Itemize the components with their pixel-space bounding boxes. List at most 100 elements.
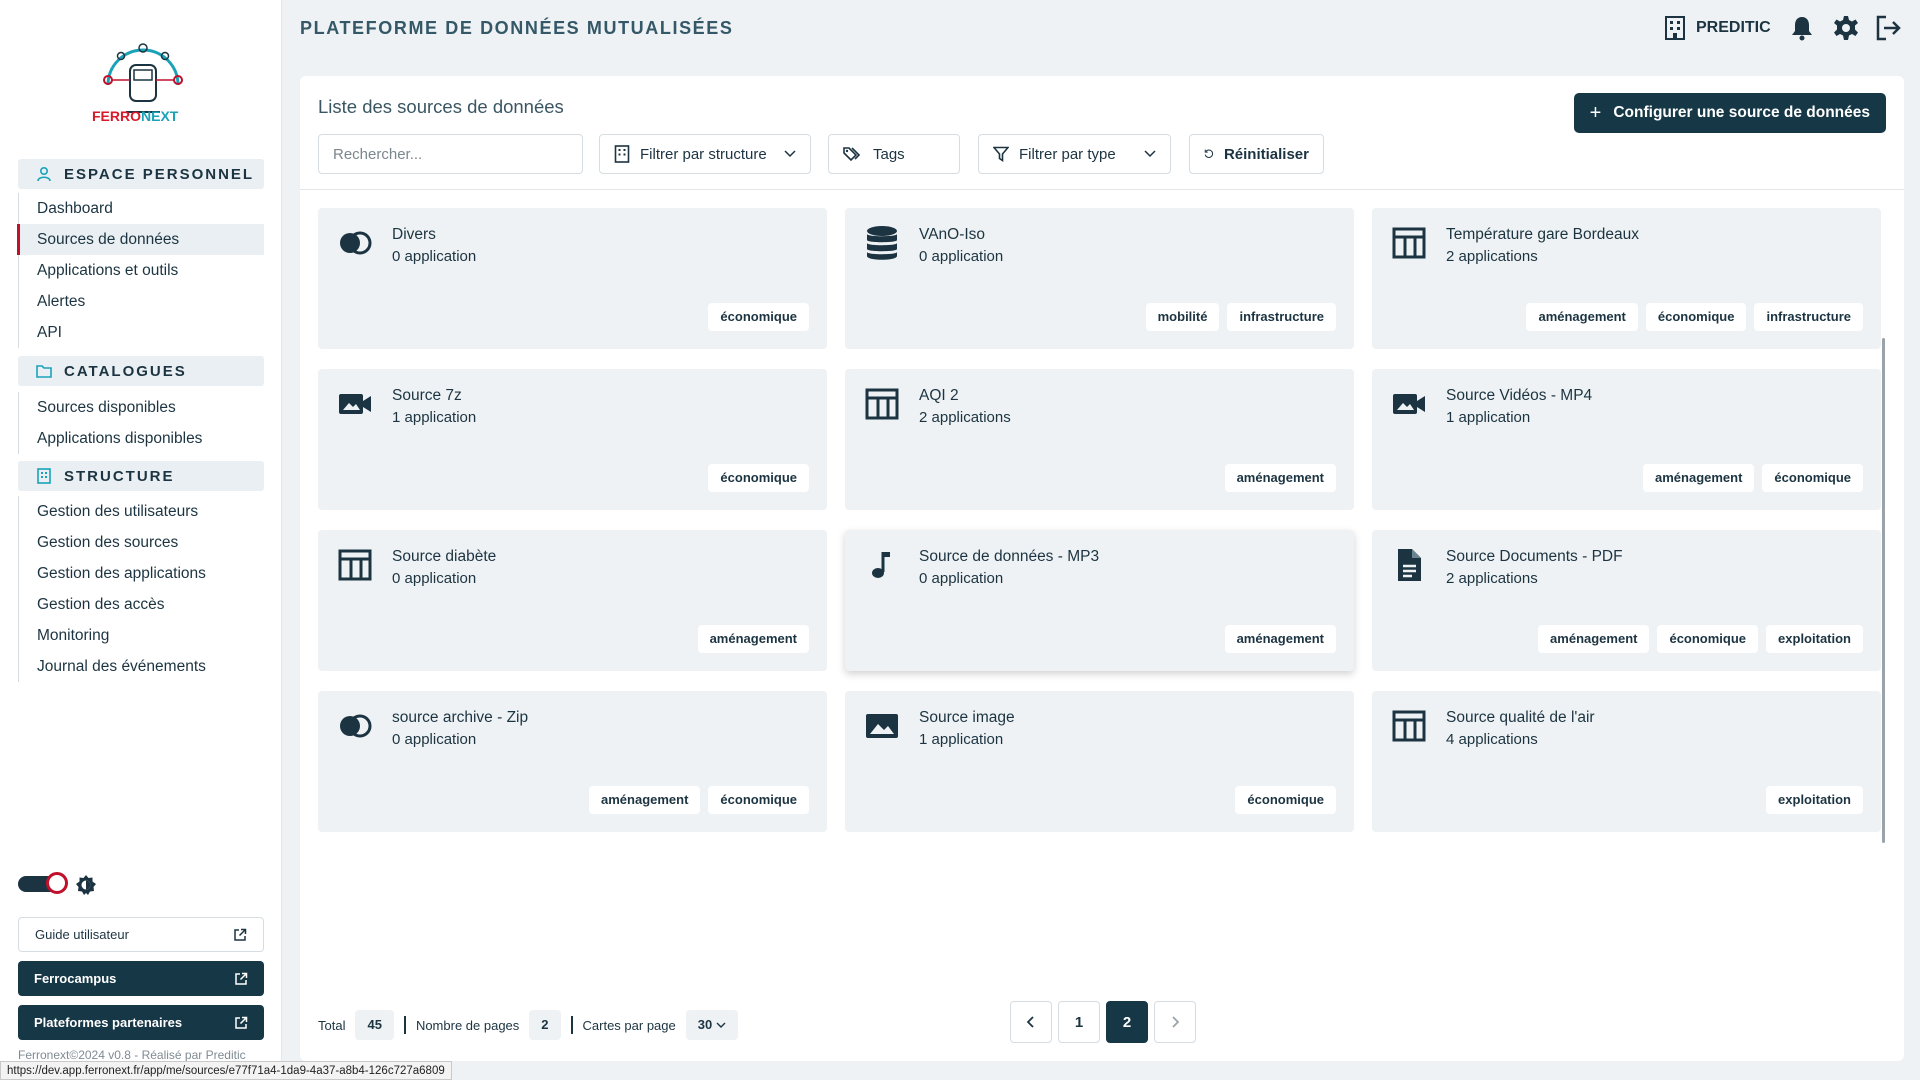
page-count: 2	[529, 1010, 561, 1040]
tag-badge: aménagement	[1643, 464, 1755, 492]
reset-button[interactable]: Réinitialiser	[1189, 134, 1324, 174]
nav-group-structure: Gestion des utilisateurs Gestion des sou…	[18, 496, 264, 682]
nav-group-espace-personnel: Dashboard Sources de données Application…	[17, 193, 264, 348]
source-card-source-archive-zip[interactable]: source archive - Zip 0 application aménage…	[318, 691, 827, 832]
sidebar-item-api[interactable]: API	[19, 317, 264, 348]
filter-structure-select[interactable]: Filtrer par structure	[599, 134, 811, 174]
search-input-wrapper	[318, 134, 583, 174]
card-application-count: 0 application	[392, 731, 477, 748]
source-card-source-de-donnees-mp3[interactable]: Source de données - MP3 0 application amén…	[845, 530, 1354, 671]
tag-badge: infrastructure	[1227, 303, 1336, 331]
source-card-source-diabete[interactable]: Source diabète 0 application aménagement	[318, 530, 827, 671]
sidebar-item-applications-disponibles[interactable]: Applications disponibles	[19, 423, 264, 454]
sidebar-item-gestion-sources[interactable]: Gestion des sources	[19, 527, 264, 558]
card-tags: économique	[708, 303, 809, 331]
circles-icon	[336, 224, 374, 262]
sidebar-item-applications-et-outils[interactable]: Applications et outils	[19, 255, 264, 286]
card-title: AQI 2	[919, 387, 959, 404]
card-application-count: 1 application	[392, 409, 477, 426]
card-tags: économique	[708, 464, 809, 492]
external-link-icon	[235, 1016, 248, 1029]
logout-icon[interactable]	[1874, 14, 1902, 42]
sidebar-item-dashboard[interactable]: Dashboard	[19, 193, 264, 224]
ferrocampus-button[interactable]: Ferrocampus	[18, 961, 264, 996]
theme-toggle[interactable]	[18, 872, 68, 894]
user-icon	[37, 166, 51, 182]
card-application-count: 2 applications	[1446, 248, 1538, 265]
card-title: source archive - Zip	[392, 709, 529, 726]
sidebar-item-journal-evenements[interactable]: Journal des événements	[19, 651, 264, 682]
tags-filter[interactable]: Tags	[828, 134, 960, 174]
source-card-source-7z[interactable]: Source 7z 1 application économique	[318, 369, 827, 510]
next-page-button[interactable]	[1154, 1001, 1196, 1043]
source-card-aqi-2[interactable]: AQI 2 2 applications aménagement	[845, 369, 1354, 510]
configure-source-button[interactable]: + Configurer une source de données	[1573, 93, 1886, 133]
tag-badge: aménagement	[697, 625, 809, 653]
card-title: Divers	[392, 226, 436, 243]
per-page-select[interactable]: 30	[685, 1010, 738, 1040]
chevron-down-icon	[784, 150, 796, 158]
building-icon	[614, 145, 630, 163]
chevron-left-icon	[1027, 1016, 1034, 1028]
chevron-right-icon	[1172, 1016, 1179, 1028]
card-title: Source diabète	[392, 548, 497, 565]
card-tags: aménagement économique infrastructure	[1526, 303, 1863, 331]
card-tags: exploitation	[1766, 786, 1863, 814]
source-card-source-qualite-de-l-air[interactable]: Source qualité de l'air 4 applications exp…	[1372, 691, 1881, 832]
source-card-vano-iso[interactable]: VAnO-Iso 0 application mobilité infrastruct…	[845, 208, 1354, 349]
source-card-source-image[interactable]: Source image 1 application économique	[845, 691, 1354, 832]
plateformes-partenaires-button[interactable]: Plateformes partenaires	[18, 1005, 264, 1040]
gear-icon[interactable]	[1832, 14, 1860, 42]
scrollbar[interactable]	[1882, 338, 1885, 843]
search-input[interactable]	[333, 145, 568, 163]
card-tags: aménagement économique	[1643, 464, 1863, 492]
card-tags: aménagement	[697, 625, 809, 653]
sidebar-item-gestion-utilisateurs[interactable]: Gestion des utilisateurs	[19, 496, 264, 527]
database-icon	[863, 224, 901, 262]
results-summary: Total 45 Nombre de pages 2 Cartes par pa…	[318, 1008, 748, 1042]
building-icon	[37, 468, 51, 484]
source-card-source-videos-mp4[interactable]: Source Vidéos - MP4 1 application aménagem…	[1372, 369, 1881, 510]
previous-page-button[interactable]	[1010, 1001, 1052, 1043]
tag-badge: économique	[1762, 464, 1863, 492]
source-card-divers[interactable]: Divers 0 application économique	[318, 208, 827, 349]
page-2-button[interactable]: 2	[1106, 1001, 1148, 1043]
guide-utilisateur-button[interactable]: Guide utilisateur	[18, 917, 264, 952]
tag-badge: aménagement	[1538, 625, 1650, 653]
sidebar-item-alertes[interactable]: Alertes	[19, 286, 264, 317]
sidebar-item-monitoring[interactable]: Monitoring	[19, 620, 264, 651]
table-icon	[336, 546, 374, 584]
bell-icon[interactable]	[1788, 14, 1816, 42]
card-application-count: 2 applications	[1446, 570, 1538, 587]
table-icon	[863, 385, 901, 423]
filter-type-select[interactable]: Filtrer par type	[978, 134, 1171, 174]
logo-wordmark: FERRONEXT	[92, 108, 179, 124]
tag-badge: aménagement	[1526, 303, 1638, 331]
source-card-source-documents-pdf[interactable]: Source Documents - PDF 2 applications amén…	[1372, 530, 1881, 671]
tag-badge: aménagement	[1224, 464, 1336, 492]
card-title: Source qualité de l'air	[1446, 709, 1595, 726]
source-card-temperature-gare-bordeaux[interactable]: Température gare Bordeaux 2 applications a…	[1372, 208, 1881, 349]
building-icon	[1665, 16, 1685, 40]
sidebar-item-sources-de-donnees[interactable]: Sources de données	[17, 224, 264, 255]
card-tags: aménagement	[1224, 625, 1336, 653]
footer-copyright: Ferronext©2024 v0.8 - Réalisé par Predit…	[18, 1048, 246, 1062]
section-espace-personnel: ESPACE PERSONNEL	[18, 159, 264, 189]
status-bar-url: https://dev.app.ferronext.fr/app/me/sour…	[0, 1061, 452, 1080]
list-title: Liste des sources de données	[318, 96, 564, 117]
card-application-count: 1 application	[919, 731, 1004, 748]
card-title: Source Documents - PDF	[1446, 548, 1623, 565]
image-icon	[863, 707, 901, 745]
card-title: Source de données - MP3	[919, 548, 1100, 565]
organization-selector[interactable]: PREDITIC	[1664, 16, 1771, 40]
nav-group-catalogues: Sources disponibles Applications disponi…	[18, 392, 264, 454]
filter-icon	[993, 146, 1009, 162]
sidebar-item-gestion-applications[interactable]: Gestion des applications	[19, 558, 264, 589]
sidebar-item-sources-disponibles[interactable]: Sources disponibles	[19, 392, 264, 423]
section-catalogues: CATALOGUES	[18, 356, 264, 386]
top-bar: PLATEFORME DE DONNÉES MUTUALISÉES PREDIT…	[282, 0, 1920, 58]
tag-badge: exploitation	[1766, 625, 1863, 653]
page-1-button[interactable]: 1	[1058, 1001, 1100, 1043]
plus-icon: +	[1589, 101, 1602, 124]
sidebar-item-gestion-acces[interactable]: Gestion des accès	[19, 589, 264, 620]
